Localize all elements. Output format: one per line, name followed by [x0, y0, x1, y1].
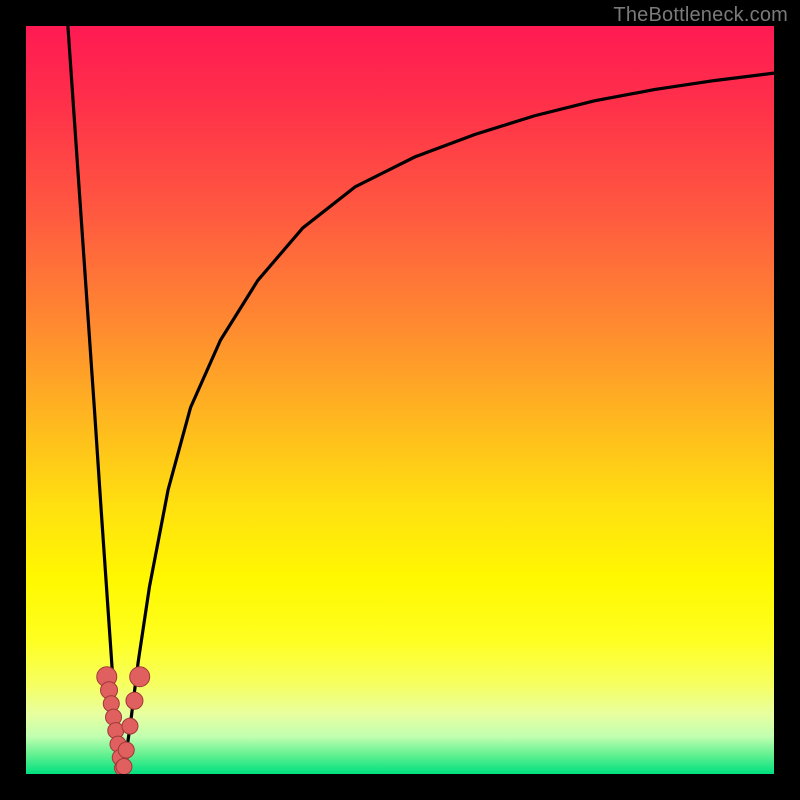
data-marker [118, 742, 134, 758]
chart-frame: TheBottleneck.com [0, 0, 800, 800]
data-marker [130, 667, 150, 687]
chart-plot-area [26, 26, 774, 774]
data-marker [126, 692, 143, 709]
right-branch-path [123, 73, 774, 774]
watermark-text: TheBottleneck.com [613, 4, 788, 27]
curve-right-branch [123, 73, 774, 774]
curve-left-branch [68, 26, 123, 774]
left-branch-path [68, 26, 123, 774]
data-marker [122, 718, 138, 734]
chart-svg [26, 26, 774, 774]
data-marker [116, 759, 132, 774]
